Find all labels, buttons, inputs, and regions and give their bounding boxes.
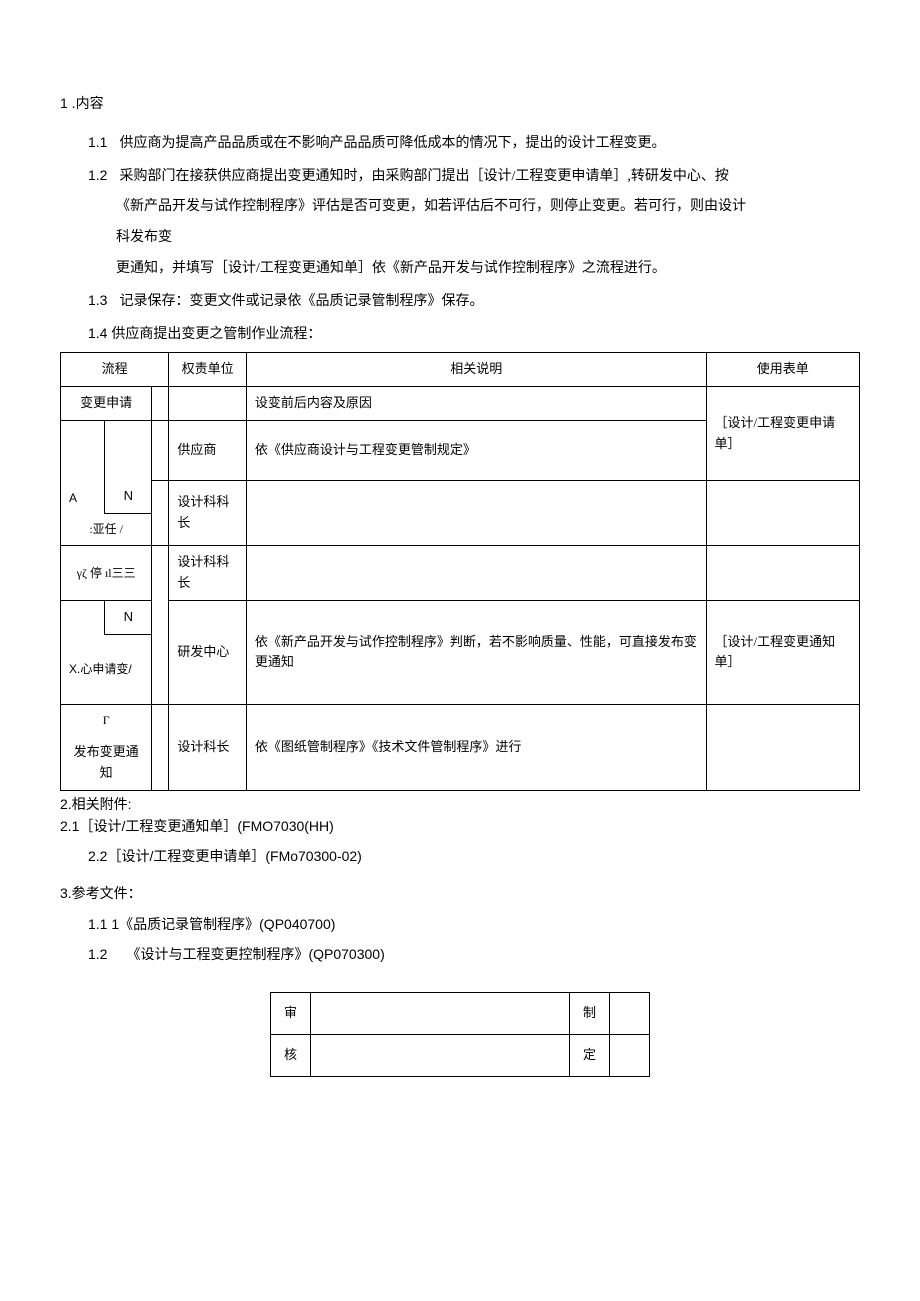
cell-r6-sp: [152, 704, 169, 790]
cell-r3-form: [706, 480, 860, 545]
table-row: N 研发中心 依《新产品开发与试作控制程序》判断，若不影响质量、性能，可直接发布…: [61, 601, 860, 635]
cell-r5-sp2: [152, 634, 169, 704]
th-form: 使用表单: [706, 353, 860, 387]
cell-r1-desc: 设变前后内容及原因: [246, 387, 706, 421]
cell-r3-n: N: [105, 480, 152, 513]
cell-r4-left: γζ 停 ıl三三: [61, 546, 152, 601]
p-3-12: 1.2 《设计与工程变更控制程序》(QP070300): [88, 939, 860, 972]
cell-r4-desc: [246, 546, 706, 601]
txt-3-12: 《设计与工程变更控制程序》(QP070300): [126, 946, 384, 962]
cell-r6-form: [706, 704, 860, 790]
s3-title: 3.参考文件：: [60, 878, 860, 909]
th-desc: 相关说明: [246, 353, 706, 387]
signature-table: 审 制 核 定: [270, 992, 650, 1077]
num-1-1: 1.1: [88, 134, 107, 150]
p-1-4: 1.4 供应商提出变更之管制作业流程：: [88, 318, 860, 349]
s1-title: 1 .内容: [60, 88, 860, 119]
cell-r3b-left: :亚任 /: [61, 514, 152, 546]
sig-blank-1b: [610, 993, 650, 1035]
cell-r4-sp: [152, 546, 169, 601]
sig-a2: 核: [271, 1034, 311, 1076]
cell-r1-form: ［设计/工程变更申请单］: [706, 387, 860, 481]
table-row: γζ 停 ıl三三 设计科科长: [61, 546, 860, 601]
sig-blank-2b: [610, 1034, 650, 1076]
cell-r2-desc: 依《供应商设计与工程变更管制规定》: [246, 420, 706, 480]
sig-blank-1: [311, 993, 570, 1035]
cell-r5-form: ［设计/工程变更通知单］: [706, 601, 860, 705]
section-3: 3.参考文件： 1.1 1《品质记录管制程序》(QP040700) 1.2 《设…: [60, 878, 860, 972]
flow-table: 流程 权责单位 相关说明 使用表单 变更申请 设变前后内容及原因 ［设计/工程变…: [60, 352, 860, 790]
cell-r5b-left: X.心申请变/: [61, 634, 152, 704]
table-row: A N 设计科科长: [61, 480, 860, 513]
p-2-1: 2.1［设计/工程变更通知单］(FMO7030(HH): [60, 815, 860, 837]
sig-b1: 制: [570, 993, 610, 1035]
s2-title: 2.相关附件:: [60, 793, 860, 815]
form-line-b: 单］: [715, 436, 741, 451]
cell-r6a-left: Γ: [61, 704, 152, 736]
table-header-row: 流程 权责单位 相关说明 使用表单: [61, 353, 860, 387]
cell-r1-flow: 变更申请: [61, 387, 152, 421]
th-flow: 流程: [61, 353, 169, 387]
cell-r4-form: [706, 546, 860, 601]
cell-r5-desc: 依《新产品开发与试作控制程序》判断，若不影响质量、性能，可直接发布变更通知: [246, 601, 706, 705]
cell-r3-a: A: [61, 480, 105, 513]
cell-r3-unit: 设计科科长: [169, 480, 247, 545]
num-3-12: 1.2: [88, 946, 107, 962]
form-line-a: ［设计/工程变更申请: [715, 415, 836, 430]
p-1-2: 1.2 采购部门在接获供应商提出变更通知时，由采购部门提出［设计/工程变更申请单］…: [88, 160, 860, 193]
cell-r3-desc: [246, 480, 706, 545]
cell-r1-unit: [169, 387, 247, 421]
cell-r6-desc: 依《图纸管制程序》《技术文件管制程序》进行: [246, 704, 706, 790]
cell-r5-sp1: [152, 601, 169, 635]
table-row: 变更申请 设变前后内容及原因 ［设计/工程变更申请单］: [61, 387, 860, 421]
p-1-2d: 更通知，并填写［设计/工程变更通知单］依《新产品开发与试作控制程序》之流程进行。: [116, 254, 860, 285]
th-unit: 权责单位: [169, 353, 247, 387]
cell-r5-unit: 研发中心: [169, 601, 247, 705]
p-1-3: 1.3 记录保存：变更文件或记录依《品质记录管制程序》保存。: [88, 285, 860, 318]
sig-row-1: 审 制: [271, 993, 650, 1035]
txt-1-3: 记录保存：变更文件或记录依《品质记录管制程序》保存。: [119, 294, 483, 309]
cell-r2-unit: 供应商: [169, 420, 247, 480]
section-1: 1 .内容 1.1 供应商为提高产品品质或在不影响产品品质可降低成本的情况下，提出…: [60, 88, 860, 348]
cell-r1-sp: [152, 387, 169, 421]
sig-a1: 审: [271, 993, 311, 1035]
cell-r2-c: [152, 420, 169, 480]
table-row: Γ 设计科长 依《图纸管制程序》《技术文件管制程序》进行: [61, 704, 860, 736]
cell-r5-a: [61, 601, 105, 635]
section-2: 2.相关附件: 2.1［设计/工程变更通知单］(FMO7030(HH) 2.2［…: [60, 793, 860, 868]
p-1-1: 1.1 供应商为提高产品品质或在不影响产品品质可降低成本的情况下，提出的设计工程变…: [88, 127, 860, 160]
p-3-11: 1.1 1《品质记录管制程序》(QP040700): [88, 909, 860, 940]
cell-r5-n: N: [105, 601, 152, 635]
sig-row-2: 核 定: [271, 1034, 650, 1076]
cell-r2-b: [105, 420, 152, 480]
txt-1-2a: 采购部门在接获供应商提出变更通知时，由采购部门提出［设计/工程变更申请单］,转研…: [119, 169, 728, 184]
cell-r6b-left: 发布变更通知: [61, 736, 152, 790]
cell-r2-a: [61, 420, 105, 480]
cell-r3-sp: [152, 480, 169, 545]
cell-r6-unit: 设计科长: [169, 704, 247, 790]
num-1-2: 1.2: [88, 167, 107, 183]
p-2-2: 2.2［设计/工程变更申请单］(FMo70300-02): [88, 845, 860, 867]
txt-1-1: 供应商为提高产品品质或在不影响产品品质可降低成本的情况下，提出的设计工程变更。: [119, 136, 665, 151]
sig-blank-2: [311, 1034, 570, 1076]
p-1-2b: 《新产品开发与试作控制程序》评估是否可变更，如若评估后不可行，则停止变更。若可行…: [116, 192, 860, 223]
num-1-3: 1.3: [88, 292, 107, 308]
sig-b2: 定: [570, 1034, 610, 1076]
p-1-2c: 科发布变: [116, 223, 860, 254]
cell-r4-unit: 设计科科长: [169, 546, 247, 601]
